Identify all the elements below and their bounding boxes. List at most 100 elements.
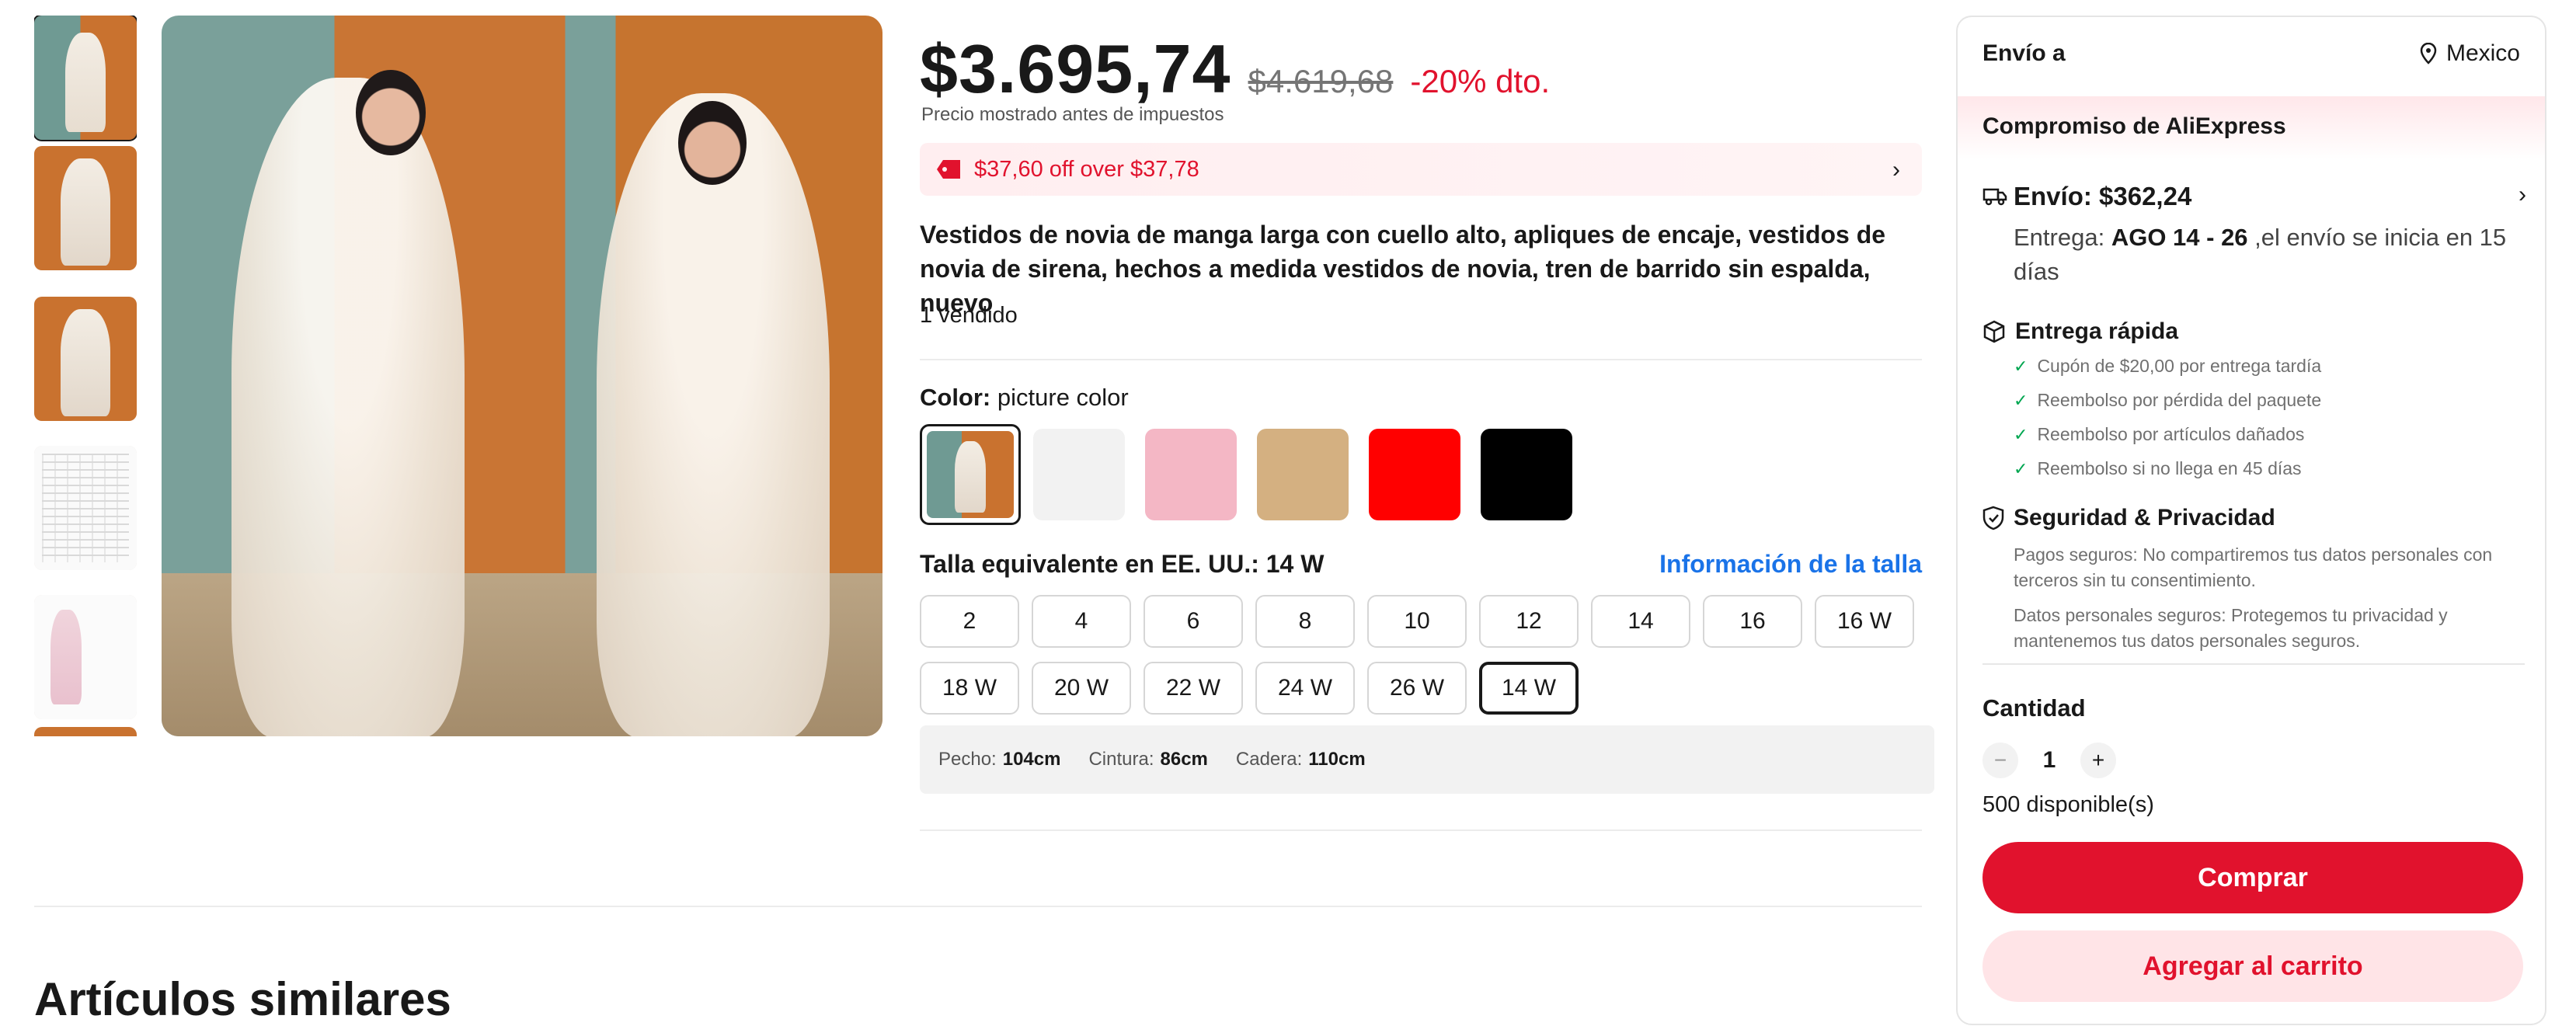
size-option[interactable]: 16 xyxy=(1703,595,1802,648)
guarantee-text: Cupón de $20,00 por entrega tardía xyxy=(2037,356,2322,376)
divider xyxy=(1982,663,2525,665)
country-name: Mexico xyxy=(2445,40,2520,66)
size-option[interactable]: 26 W xyxy=(1367,662,1467,715)
size-options: 2 4 6 8 10 12 14 16 16 W 18 W 20 W 22 W … xyxy=(920,595,1930,719)
security-description: Pagos seguros: No compartiremos tus dato… xyxy=(2014,542,2511,654)
chest-value: 104cm xyxy=(1002,749,1061,770)
dress-figure-right xyxy=(597,93,830,736)
size-option[interactable]: 8 xyxy=(1255,595,1355,648)
original-price: $4.619,68 xyxy=(1248,63,1394,99)
divider xyxy=(920,829,1922,831)
sold-count: 1 vendido xyxy=(920,303,1018,328)
secure-data-text: Datos personales seguros: Protegemos tu … xyxy=(2014,605,2448,651)
thumbnail-2[interactable] xyxy=(34,146,137,270)
divider xyxy=(34,906,1922,907)
coupon-bar[interactable]: $37,60 off over $37,78 › xyxy=(920,143,1922,196)
check-icon: ✓ xyxy=(2014,458,2028,478)
color-selected: picture color xyxy=(997,384,1129,411)
hip-measure: Cadera: 110cm xyxy=(1236,749,1366,770)
color-label: Color: picture color xyxy=(920,384,1129,412)
size-option[interactable]: 4 xyxy=(1032,595,1131,648)
buy-now-button[interactable]: Comprar xyxy=(1982,842,2523,913)
waist-value: 86cm xyxy=(1160,749,1208,770)
size-option[interactable]: 12 xyxy=(1479,595,1579,648)
size-option[interactable]: 18 W xyxy=(920,662,1019,715)
ship-to-label: Envío a xyxy=(1982,40,2066,66)
size-info-link[interactable]: Información de la talla xyxy=(1659,550,1922,579)
swatch-picture-color[interactable] xyxy=(920,424,1021,525)
swatch-champagne[interactable] xyxy=(1257,429,1349,520)
discount-badge: -20% dto. xyxy=(1410,63,1551,99)
truck-icon xyxy=(1982,188,2007,206)
size-option[interactable]: 6 xyxy=(1144,595,1243,648)
check-icon: ✓ xyxy=(2014,424,2028,444)
shield-icon xyxy=(1982,506,2004,530)
thumbnail-strip xyxy=(34,16,137,736)
commitment-banner: Compromiso de AliExpress xyxy=(1958,96,2545,160)
commitment-title: Compromiso de AliExpress xyxy=(1982,113,2286,139)
guarantee-item: ✓ Reembolso por artículos dañados xyxy=(2014,424,2304,445)
fast-delivery-title: Entrega rápida xyxy=(1982,318,2178,345)
delivery-prefix: Entrega: xyxy=(2014,224,2111,251)
size-option[interactable]: 22 W xyxy=(1144,662,1243,715)
size-label: Talla equivalente en EE. UU.: 14 W xyxy=(920,550,1325,578)
delivery-dates: AGO 14 - 26 xyxy=(2111,224,2248,251)
guarantee-item: ✓ Reembolso si no llega en 45 días xyxy=(2014,458,2302,479)
swatch-white[interactable] xyxy=(1033,429,1125,520)
chevron-right-icon: › xyxy=(2519,182,2526,207)
thumbnail-4[interactable] xyxy=(34,446,137,570)
waist-label: Cintura: xyxy=(1088,749,1154,770)
thumbnail-1[interactable] xyxy=(34,16,137,141)
size-option[interactable]: 24 W xyxy=(1255,662,1355,715)
location-pin-icon xyxy=(2420,43,2437,64)
swatch-pink[interactable] xyxy=(1145,429,1237,520)
add-to-cart-button[interactable]: Agregar al carrito xyxy=(1982,930,2523,1002)
size-option[interactable]: 2 xyxy=(920,595,1019,648)
shipping-cost: Envío: $362,24 xyxy=(2014,182,2192,210)
model-head-left xyxy=(356,70,426,155)
size-option[interactable]: 16 W xyxy=(1815,595,1914,648)
thumbnail-3[interactable] xyxy=(34,297,137,421)
quantity-stepper: − 1 + xyxy=(1982,743,2116,778)
main-product-image[interactable] xyxy=(162,16,882,736)
product-title: Vestidos de novia de manga larga con cue… xyxy=(920,221,1886,317)
size-measurements: Pecho: 104cm Cintura: 86cm Cadera: 110cm xyxy=(920,725,1934,794)
swatch-red[interactable] xyxy=(1369,429,1460,520)
thumbnail-5[interactable] xyxy=(34,595,137,719)
security-title: Seguridad & Privacidad xyxy=(1982,505,2275,531)
guarantee-text: Reembolso si no llega en 45 días xyxy=(2037,458,2302,478)
size-option[interactable]: 14 xyxy=(1591,595,1690,648)
size-option[interactable]: 20 W xyxy=(1032,662,1131,715)
chest-measure: Pecho: 104cm xyxy=(938,749,1060,770)
quantity-decrease-button[interactable]: − xyxy=(1982,743,2018,778)
available-stock: 500 disponible(s) xyxy=(1982,792,2154,817)
related-heading: Artículos similares xyxy=(34,973,451,1025)
secure-payments-text: Pagos seguros: No compartiremos tus dato… xyxy=(2014,544,2493,590)
price-block: $3.695,74 $4.619,68 -20% dto. xyxy=(920,30,1550,109)
guarantee-text: Reembolso por artículos dañados xyxy=(2037,424,2305,444)
dress-figure-left xyxy=(231,78,465,736)
color-label-prefix: Color: xyxy=(920,384,991,411)
quantity-increase-button[interactable]: + xyxy=(2080,743,2116,778)
quantity-label: Cantidad xyxy=(1982,694,2086,722)
package-icon xyxy=(1983,320,2005,343)
quantity-value[interactable]: 1 xyxy=(2034,747,2065,774)
chevron-right-icon: › xyxy=(1892,157,1900,183)
thumbnail-6[interactable] xyxy=(34,727,137,736)
current-price: $3.695,74 xyxy=(920,30,1231,107)
hip-label: Cadera: xyxy=(1235,749,1303,770)
purchase-panel: Envío a Mexico Compromiso de AliExpress … xyxy=(1956,16,2546,1025)
check-icon: ✓ xyxy=(2014,390,2028,410)
size-option-selected[interactable]: 14 W xyxy=(1479,662,1579,715)
model-head-right xyxy=(678,101,747,185)
size-option[interactable]: 10 xyxy=(1367,595,1467,648)
guarantee-item: ✓ Reembolso por pérdida del paquete xyxy=(2014,390,2321,411)
swatch-black[interactable] xyxy=(1481,429,1572,520)
delivery-estimate: Entrega: AGO 14 - 26 ,el envío se inicia… xyxy=(2014,221,2511,289)
country-selector[interactable]: Mexico xyxy=(2420,40,2520,67)
security-label: Seguridad & Privacidad xyxy=(2014,505,2275,530)
tax-note: Precio mostrado antes de impuestos xyxy=(921,104,1224,125)
guarantee-text: Reembolso por pérdida del paquete xyxy=(2037,390,2322,410)
coupon-tag-icon xyxy=(937,160,960,179)
hip-value: 110cm xyxy=(1308,749,1366,770)
